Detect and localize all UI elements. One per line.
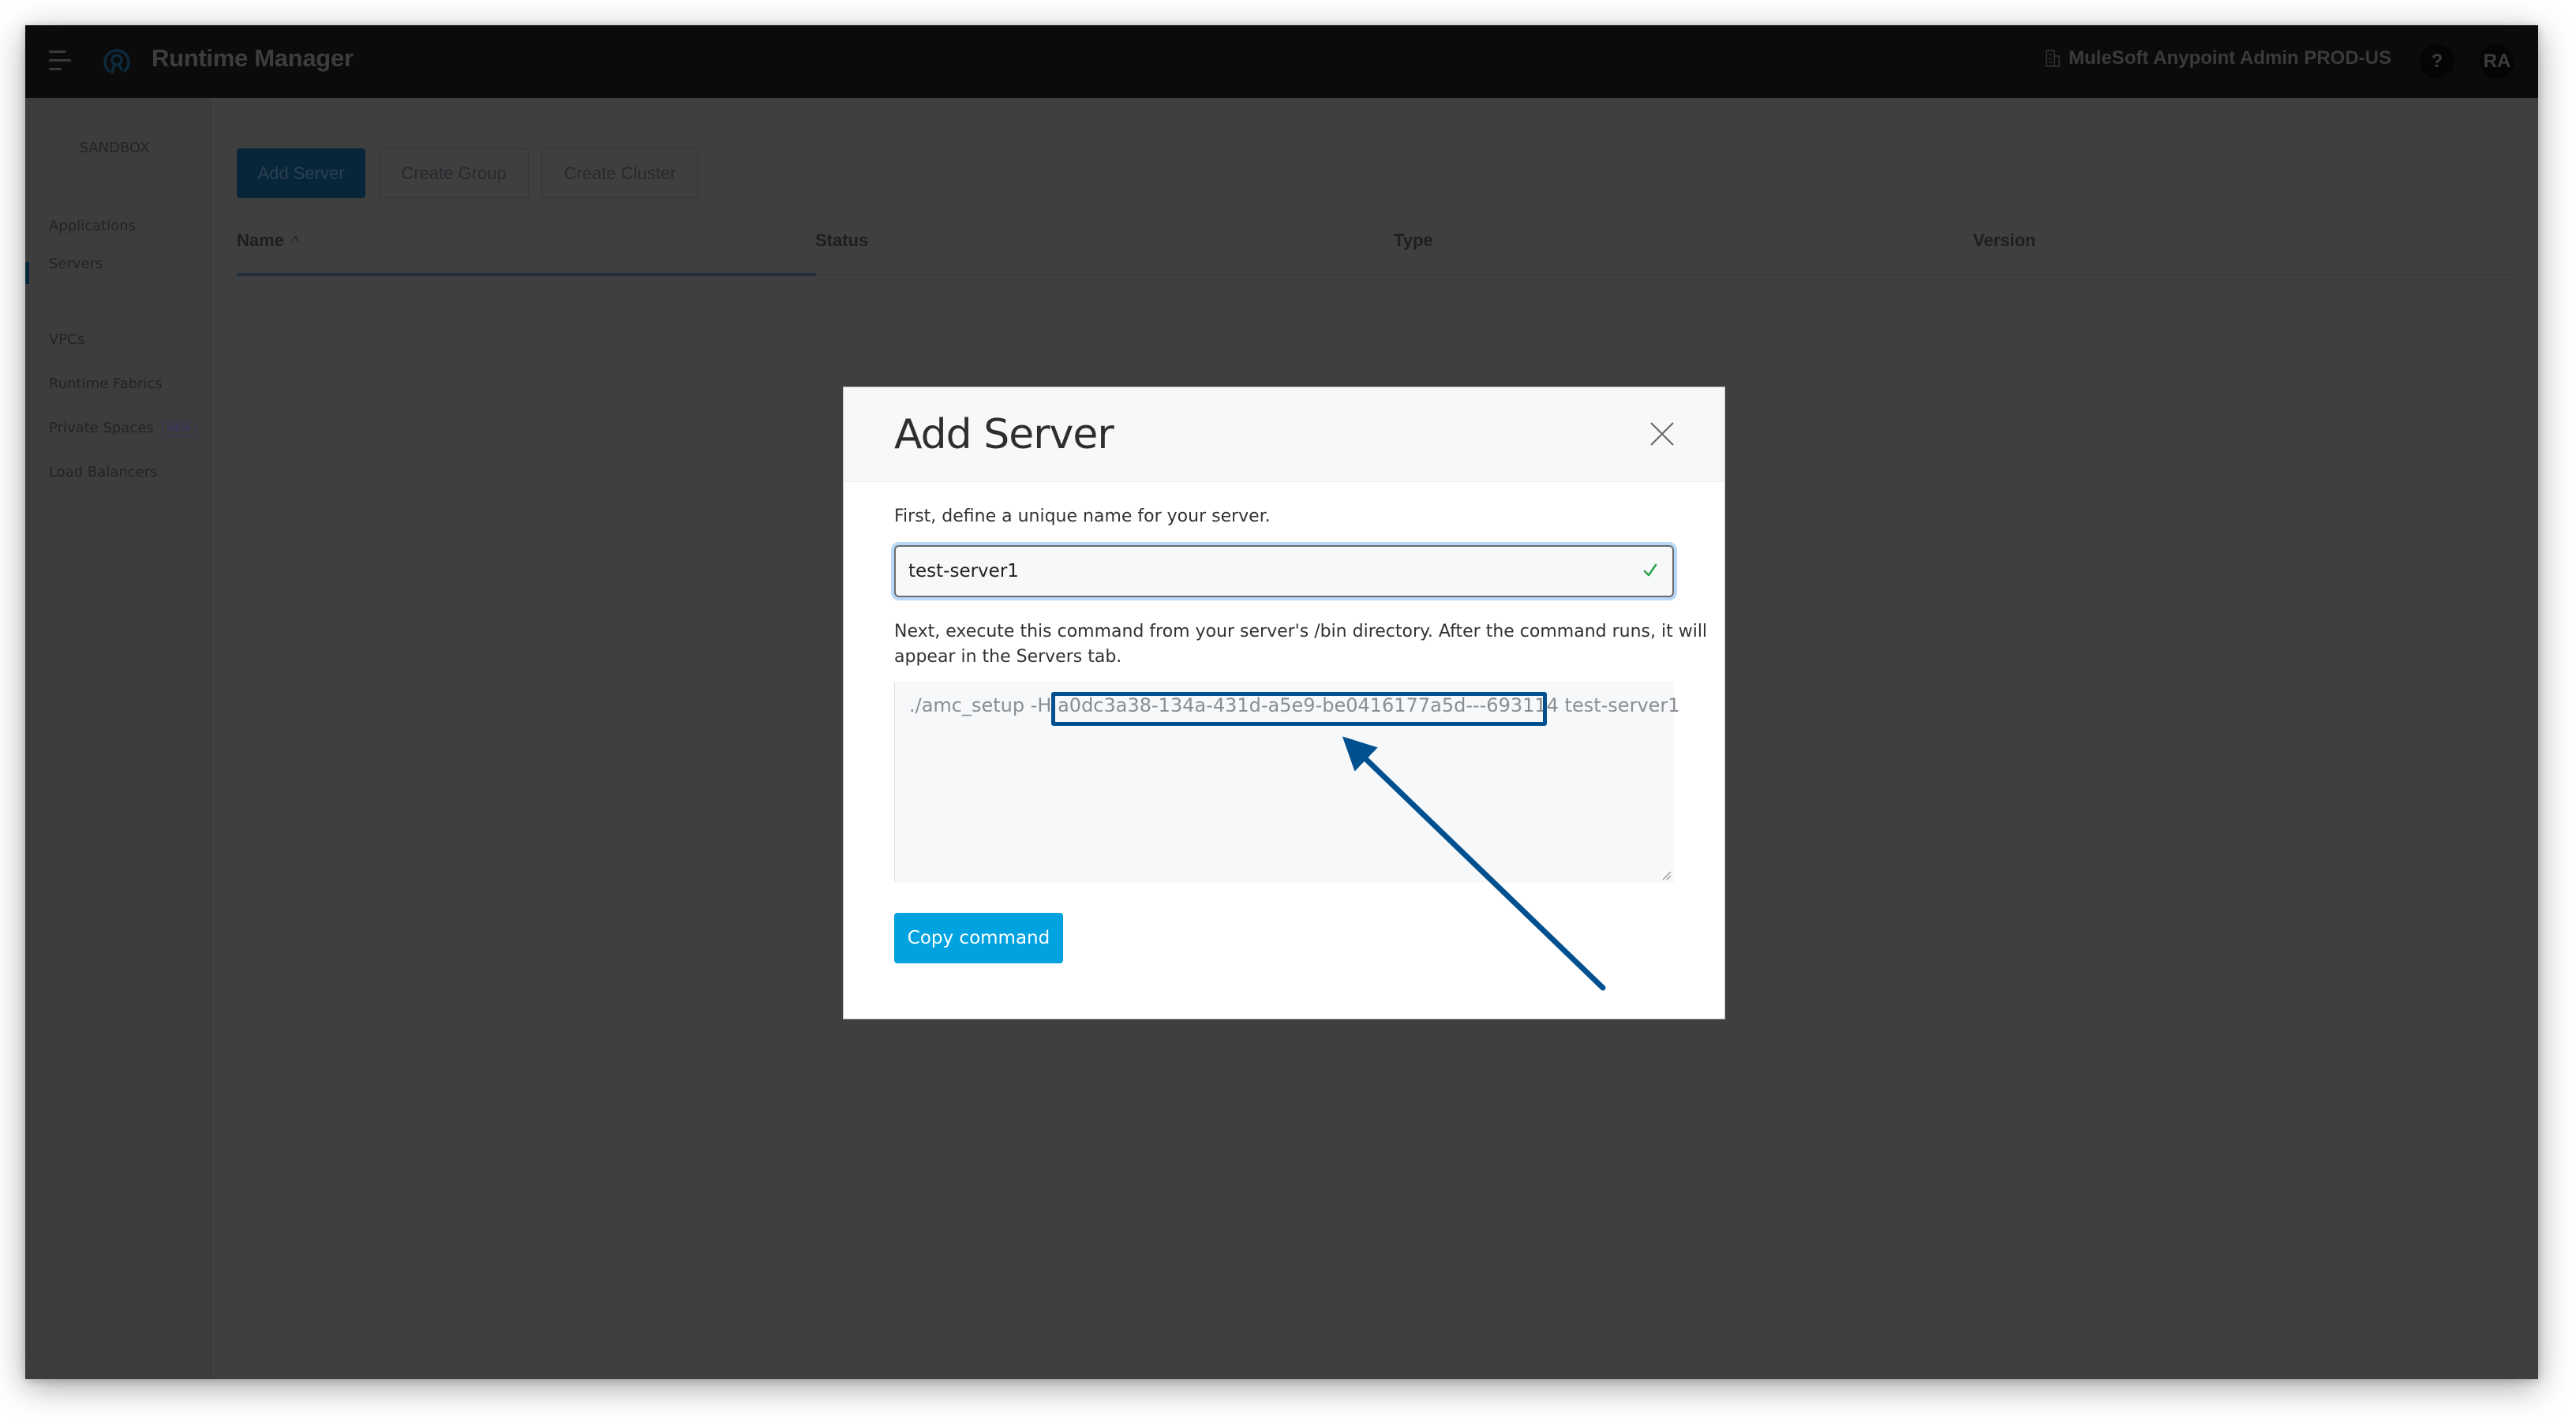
close-button[interactable] [1649,421,1676,447]
column-header-type[interactable]: Type [1394,230,1433,251]
app-title: Runtime Manager [152,44,354,72]
org-name: MuleSoft Anypoint Admin PROD-US [2069,47,2391,69]
column-header-status[interactable]: Status [815,230,868,251]
dialog-title: Add Server [894,411,1114,458]
server-name-label: First, define a unique name for your ser… [894,507,1271,526]
sidebar-item-runtime-fabrics[interactable]: Runtime Fabrics [49,376,163,392]
user-avatar[interactable]: RA [2480,44,2514,79]
top-nav-bar: Runtime Manager MuleSoft Anypoint Admin … [25,25,2538,98]
valid-check-icon [1643,563,1657,577]
server-name-input[interactable] [896,547,1672,596]
registration-token: a0dc3a38-134a-431d-a5e9-be0416177a5d---6… [1058,694,1559,716]
hamburger-menu-icon[interactable] [49,50,73,71]
add-server-button[interactable]: Add Server [237,148,365,198]
table-header-divider [816,274,2513,275]
create-group-button[interactable]: Create Group [379,148,529,198]
command-instructions: Next, execute this command from your ser… [894,619,1707,670]
close-icon [1650,422,1674,446]
org-switcher[interactable]: MuleSoft Anypoint Admin PROD-US [2045,47,2391,69]
sidebar: SANDBOX Applications Servers VPCs Runtim… [25,98,212,1379]
sidebar-divider [38,298,196,299]
sidebar-item-load-balancers[interactable]: Load Balancers [49,464,157,480]
sort-ascending-icon: ^ [292,234,299,249]
instructions-line-1: Next, execute this command from your ser… [894,622,1708,641]
help-button[interactable]: ? [2420,44,2454,79]
add-server-dialog: Add Server First, define a unique name f… [843,387,1725,1019]
building-icon [2046,50,2060,67]
sidebar-item-applications[interactable]: Applications [49,218,136,234]
instructions-line-2: appear in the Servers tab. [894,647,1122,667]
environment-selector[interactable]: SANDBOX [35,125,194,170]
dialog-header: Add Server [844,387,1724,482]
command-suffix: test-server1 [1558,694,1680,716]
runtime-manager-logo-icon [103,49,130,74]
command-prefix: ./amc_setup -H [909,694,1058,716]
sidebar-active-indicator [25,262,29,284]
copy-command-button[interactable]: Copy command [894,913,1063,963]
new-badge: NEW [161,421,197,436]
create-cluster-button[interactable]: Create Cluster [541,148,698,198]
server-name-field [894,545,1674,597]
resize-handle-icon[interactable] [1660,869,1672,881]
sorted-column-underline [237,273,816,276]
browser-window: Runtime Manager MuleSoft Anypoint Admin … [25,25,2538,1379]
column-header-name[interactable]: Name ^ [237,230,299,251]
column-header-version[interactable]: Version [1973,230,2035,251]
sidebar-item-private-spaces[interactable]: Private Spaces NEW [49,420,197,436]
sidebar-item-label: Private Spaces [49,420,154,436]
setup-command-textarea[interactable]: ./amc_setup -H a0dc3a38-134a-431d-a5e9-b… [894,682,1680,883]
sidebar-item-vpcs[interactable]: VPCs [49,331,84,348]
column-header-label: Name [237,230,284,250]
sidebar-item-servers[interactable]: Servers [49,256,103,272]
